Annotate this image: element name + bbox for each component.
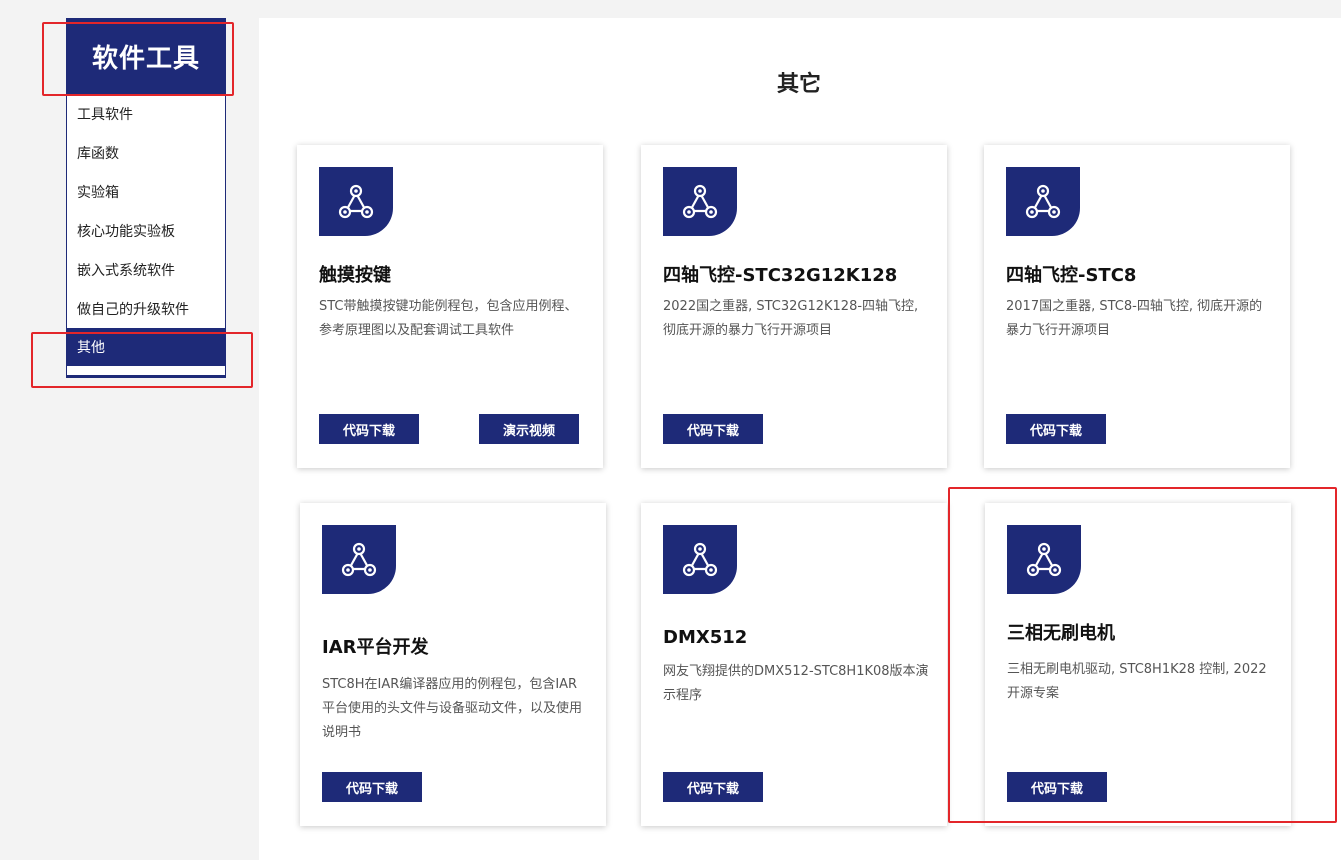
card-title: IAR平台开发 <box>322 637 429 658</box>
sidebar-item-upgrade-software[interactable]: 做自己的升级软件 <box>67 289 225 328</box>
code-download-button[interactable]: 代码下载 <box>319 414 419 444</box>
card-title: 四轴飞控-STC8 <box>1006 265 1137 286</box>
card-title: DMX512 <box>663 627 748 648</box>
sidebar-item-other[interactable]: 其他 <box>67 328 225 366</box>
sidebar-item-embedded-software[interactable]: 嵌入式系统软件 <box>67 250 225 289</box>
demo-video-button[interactable]: 演示视频 <box>479 414 579 444</box>
card-description: STC带触摸按键功能例程包，包含应用例程、参考原理图以及配套调试工具软件 <box>319 299 578 338</box>
card-description: STC8H在IAR编译器应用的例程包，包含IAR平台使用的头文件与设备驱动文件，… <box>322 677 583 740</box>
code-download-button[interactable]: 代码下载 <box>663 414 763 444</box>
card-iar-platform: IAR平台开发 STC8H在IAR编译器应用的例程包，包含IAR平台使用的头文件… <box>300 503 606 826</box>
sidebar-item-library-functions[interactable]: 库函数 <box>67 133 225 172</box>
network-icon <box>663 525 737 594</box>
network-icon <box>1006 167 1080 236</box>
main-content: 其它 触摸按键 STC带触摸按键功能例程包，包含应用例程、参考原理图以及配套调试… <box>259 18 1341 860</box>
sidebar-list: 工具软件 库函数 实验箱 核心功能实验板 嵌入式系统软件 做自己的升级软件 其他 <box>67 94 225 366</box>
page-title: 其它 <box>776 72 821 97</box>
card-touch-key: 触摸按键 STC带触摸按键功能例程包，包含应用例程、参考原理图以及配套调试工具软… <box>297 145 603 468</box>
card-title: 触摸按键 <box>319 265 391 286</box>
sidebar-nav: 软件工具 工具软件 库函数 实验箱 核心功能实验板 嵌入式系统软件 做自己的升级… <box>66 18 226 378</box>
card-bldc-motor: 三相无刷电机 三相无刷电机驱动, STC8H1K28 控制, 2022开源专案 … <box>985 503 1291 826</box>
card-quad-stc32: 四轴飞控-STC32G12K128 2022国之重器, STC32G12K128… <box>641 145 947 468</box>
sidebar-item-tool-software[interactable]: 工具软件 <box>67 94 225 133</box>
network-icon <box>663 167 737 236</box>
sidebar-item-experiment-box[interactable]: 实验箱 <box>67 172 225 211</box>
card-title: 三相无刷电机 <box>1007 623 1115 644</box>
sidebar-item-core-board[interactable]: 核心功能实验板 <box>67 211 225 250</box>
card-quad-stc8: 四轴飞控-STC8 2017国之重器, STC8-四轴飞控, 彻底开源的暴力飞行… <box>984 145 1290 468</box>
network-icon <box>1007 525 1081 594</box>
card-description: 2017国之重器, STC8-四轴飞控, 彻底开源的暴力飞行开源项目 <box>1006 299 1263 338</box>
code-download-button[interactable]: 代码下载 <box>1006 414 1106 444</box>
code-download-button[interactable]: 代码下载 <box>322 772 422 802</box>
card-title: 四轴飞控-STC32G12K128 <box>663 265 898 286</box>
card-description: 2022国之重器, STC32G12K128-四轴飞控, 彻底开源的暴力飞行开源… <box>663 299 919 338</box>
code-download-button[interactable]: 代码下载 <box>1007 772 1107 802</box>
network-icon <box>319 167 393 236</box>
network-icon <box>322 525 396 594</box>
card-description: 网友飞翔提供的DMX512-STC8H1K08版本演示程序 <box>663 664 929 703</box>
card-dmx512: DMX512 网友飞翔提供的DMX512-STC8H1K08版本演示程序 代码下… <box>641 503 947 826</box>
sidebar-title: 软件工具 <box>67 18 225 94</box>
card-description: 三相无刷电机驱动, STC8H1K28 控制, 2022开源专案 <box>1007 662 1267 701</box>
code-download-button[interactable]: 代码下载 <box>663 772 763 802</box>
sidebar-footer <box>67 366 225 378</box>
